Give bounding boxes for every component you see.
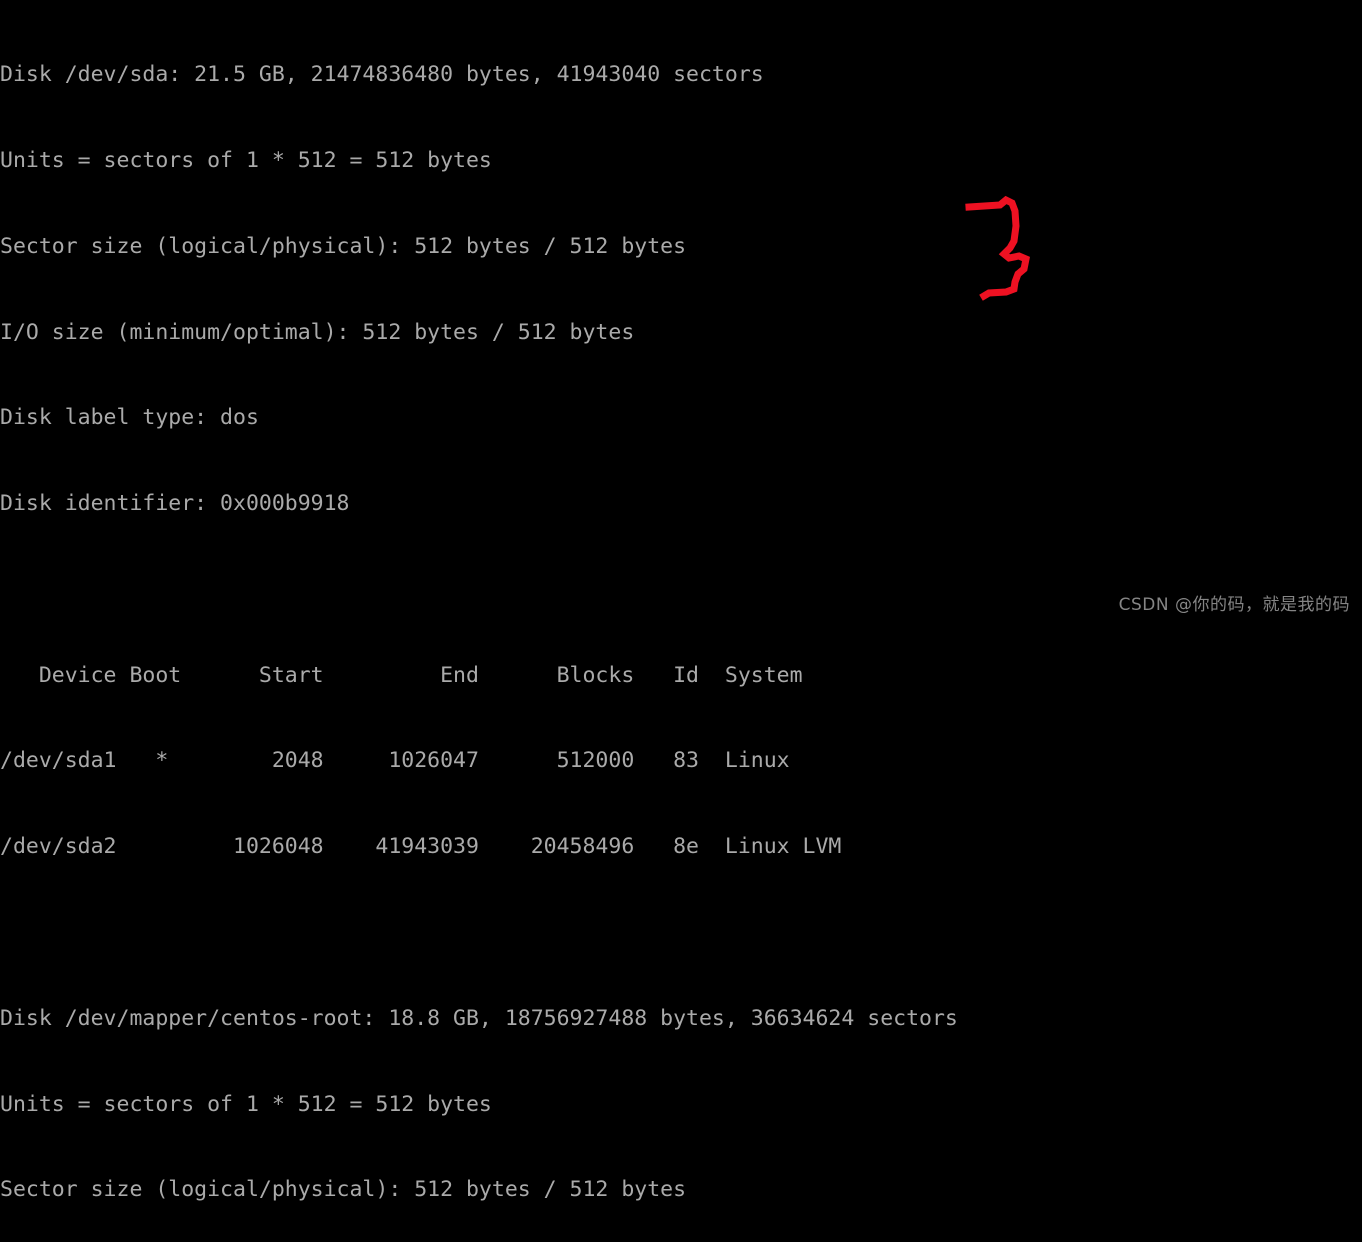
terminal-line: Units = sectors of 1 * 512 = 512 bytes — [0, 1091, 492, 1117]
terminal-window: Disk /dev/sda: 21.5 GB, 21474836480 byte… — [0, 0, 1362, 1202]
partition-table-header: Device Boot Start End Blocks Id System — [0, 662, 803, 688]
terminal-line: Disk /dev/mapper/centos-root: 18.8 GB, 1… — [0, 1005, 958, 1031]
terminal-line: Disk /dev/sda: 21.5 GB, 21474836480 byte… — [0, 62, 764, 88]
terminal-line: Sector size (logical/physical): 512 byte… — [0, 233, 687, 259]
terminal-line: I/O size (minimum/optimal): 512 bytes / … — [0, 319, 635, 345]
table-row: /dev/sda2 1026048 41943039 20458496 8e L… — [0, 834, 842, 860]
terminal-output: Disk /dev/sda: 21.5 GB, 21474836480 byte… — [0, 4, 958, 1242]
terminal-line: Units = sectors of 1 * 512 = 512 bytes — [0, 147, 492, 173]
red-brace-annotation-icon — [965, 195, 1030, 301]
terminal-line: Sector size (logical/physical): 512 byte… — [0, 1177, 687, 1203]
hand-drawn-brace-stroke — [965, 195, 1030, 301]
terminal-line: Disk identifier: 0x000b9918 — [0, 491, 350, 517]
terminal-line: Disk label type: dos — [0, 405, 259, 431]
table-row: /dev/sda1 * 2048 1026047 512000 83 Linux — [0, 748, 790, 774]
csdn-watermark: CSDN @你的码，就是我的码 — [1118, 595, 1350, 615]
